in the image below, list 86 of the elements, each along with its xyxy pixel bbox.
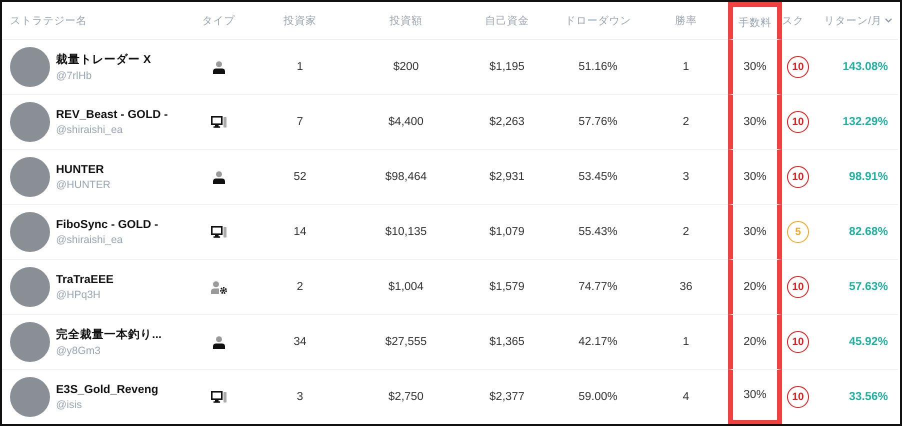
strategy-name[interactable]: HUNTER [56,164,110,176]
column-header[interactable]: ドローダウン [565,14,631,28]
win-rate-cell: 36 [680,281,692,293]
capital-cell: $1,365 [489,336,525,348]
avatar-placeholder [10,322,50,362]
return-value: 98.91% [848,171,888,183]
capital-cell: $2,931 [489,171,525,183]
drawdown-cell: 51.16% [578,61,618,73]
drawdown-cell: 53.45% [578,171,618,183]
fee-cell: 30% [743,61,767,73]
fee-cell: 30% [743,171,767,183]
risk-badge: 5 [787,221,809,243]
risk-badge: 10 [787,56,809,78]
investors-cell: 1 [296,61,304,73]
investors-cell: 34 [294,336,306,348]
win-rate-cell: 4 [682,391,690,403]
avatar-placeholder [10,377,50,417]
return-value: 57.63% [848,281,888,293]
amount-cell: $200 [393,61,419,73]
win-rate-cell: 2 [682,116,690,128]
capital-cell: $1,079 [489,226,525,238]
strategy-handle: @shiraishi_ea [56,124,124,136]
column-header[interactable]: 勝率 [675,14,697,28]
amount-cell: $27,555 [385,336,427,348]
fee-cell: 30% [743,226,767,238]
win-rate-cell: 2 [682,226,690,238]
return-value: 45.92% [848,336,888,348]
win-rate-cell: 1 [682,336,690,348]
return-value: 143.08% [842,61,888,73]
amount-cell: $4,400 [388,116,424,128]
strategy-name[interactable]: FiboSync - GOLD - [56,218,158,230]
strategy-handle: @isis [56,398,83,410]
amount-cell: $10,135 [385,226,427,238]
amount-cell: $98,464 [385,171,427,183]
strategy-handle: @HUNTER [56,178,110,190]
strategy-name[interactable]: 完全裁量一本釣り... [56,327,162,342]
risk-badge: 10 [787,331,809,353]
investors-cell: 2 [296,281,304,293]
return-value: 132.29% [842,116,888,128]
strategy-name[interactable]: REV_Beast - GOLD - [56,108,168,120]
capital-cell: $2,263 [489,116,525,128]
column-header[interactable]: スク [782,14,804,28]
fee-cell: 30% [743,389,767,401]
strategy-handle: @7rlHb [56,70,93,82]
avatar-placeholder [10,47,50,87]
capital-cell: $2,377 [489,391,525,403]
drawdown-cell: 74.77% [578,281,618,293]
risk-badge: 10 [787,166,809,188]
column-header[interactable]: 投資家 [284,14,316,28]
capital-cell: $1,195 [489,61,525,73]
avatar-placeholder [10,102,50,142]
return-value: 82.68% [848,226,888,238]
column-header[interactable]: 自己資金 [485,14,529,28]
column-header[interactable]: タイプ [202,14,235,28]
fee-cell: 20% [743,336,767,348]
strategy-handle: @y8Gm3 [56,345,102,357]
drawdown-cell: 42.17% [578,336,618,348]
drawdown-cell: 59.00% [578,391,618,403]
amount-cell: $1,004 [388,281,424,293]
column-header[interactable]: 投資額 [390,14,422,28]
strategy-name[interactable]: E3S_Gold_Reveng [56,384,158,396]
avatar-placeholder [10,157,50,197]
strategy-name[interactable]: 裁量トレーダー X [56,52,151,67]
investors-cell: 14 [294,226,306,238]
investors-cell: 7 [296,116,304,128]
risk-badge: 10 [787,386,809,408]
drawdown-cell: 55.43% [578,226,618,238]
amount-cell: $2,750 [388,391,424,403]
return-value: 33.56% [848,391,888,403]
column-header[interactable]: リターン/月 [824,14,882,28]
capital-cell: $1,579 [489,281,525,293]
investors-cell: 52 [294,171,306,183]
investors-cell: 3 [296,391,304,403]
strategy-handle: @shiraishi_ea [56,234,124,246]
column-header[interactable]: ストラテジー名 [10,14,87,28]
avatar-placeholder [10,267,50,307]
risk-badge: 10 [787,276,809,298]
strategy-name[interactable]: TraTraEEE [56,274,114,286]
strategy-handle: @HPq3H [56,288,102,300]
win-rate-cell: 3 [682,171,690,183]
fee-cell: 30% [743,116,767,128]
win-rate-cell: 1 [682,61,690,73]
fee-cell: 20% [743,281,767,293]
risk-badge: 10 [787,111,809,133]
drawdown-cell: 57.76% [578,116,618,128]
avatar-placeholder [10,212,50,252]
